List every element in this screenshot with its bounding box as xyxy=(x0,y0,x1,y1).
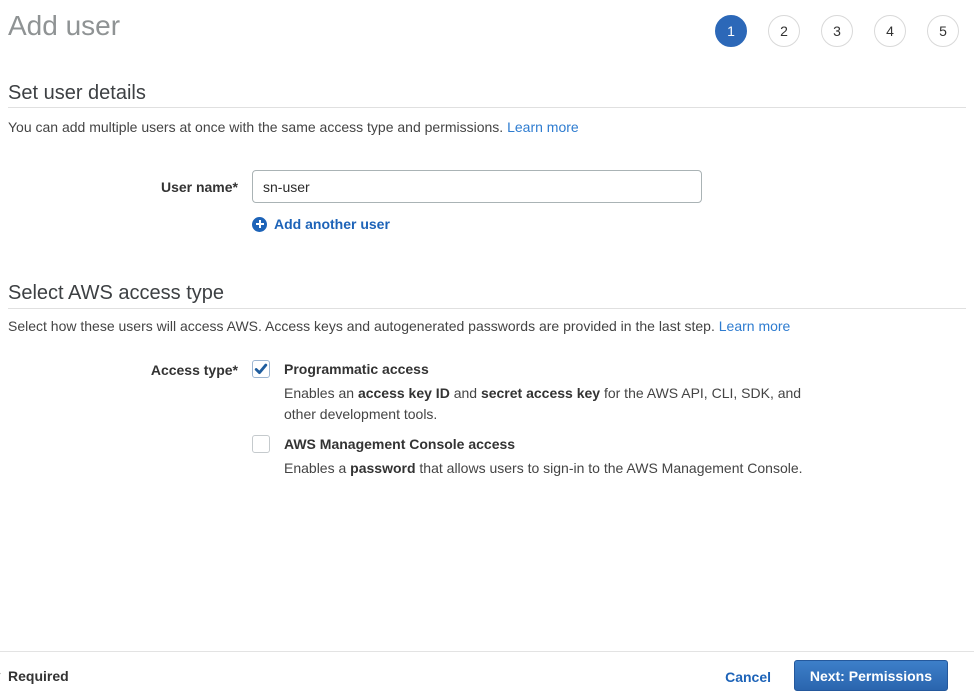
step-3: 3 xyxy=(821,15,853,47)
footer-divider xyxy=(0,651,974,652)
plus-circle-icon xyxy=(252,217,267,232)
section-heading-access-type: Select AWS access type xyxy=(8,282,224,305)
access-type-intro: Select how these users will access AWS. … xyxy=(8,318,790,334)
access-type-intro-text: Select how these users will access AWS. … xyxy=(8,318,715,334)
step-4: 4 xyxy=(874,15,906,47)
section-divider xyxy=(8,308,966,309)
section-divider xyxy=(8,107,966,108)
section-heading-user-details: Set user details xyxy=(8,82,146,105)
next-permissions-button[interactable]: Next: Permissions xyxy=(794,660,948,691)
checkbox-programmatic-access[interactable] xyxy=(252,360,270,378)
desc-bold: password xyxy=(350,460,415,476)
option-desc-console-access: Enables a password that allows users to … xyxy=(284,458,810,479)
desc-text: and xyxy=(450,385,481,401)
option-title-console-access[interactable]: AWS Management Console access xyxy=(284,436,515,452)
desc-bold: access key ID xyxy=(358,385,450,401)
user-name-input[interactable] xyxy=(252,170,702,203)
step-1: 1 xyxy=(715,15,747,47)
desc-text: Enables an xyxy=(284,385,358,401)
learn-more-link-access-type[interactable]: Learn more xyxy=(719,318,791,334)
user-details-intro: You can add multiple users at once with … xyxy=(8,119,579,135)
learn-more-link-user-details[interactable]: Learn more xyxy=(507,119,579,135)
checkbox-console-access[interactable] xyxy=(252,435,270,453)
add-another-user-button[interactable]: Add another user xyxy=(252,216,390,232)
step-5: 5 xyxy=(927,15,959,47)
option-desc-programmatic-access: Enables an access key ID and secret acce… xyxy=(284,383,810,425)
desc-text: that allows users to sign-in to the AWS … xyxy=(416,460,803,476)
add-another-user-label: Add another user xyxy=(274,216,390,232)
desc-text: Enables a xyxy=(284,460,350,476)
wizard-step-indicator: 1 2 3 4 5 xyxy=(715,15,959,47)
user-name-label: User name* xyxy=(0,179,238,195)
step-2: 2 xyxy=(768,15,800,47)
required-label: Required xyxy=(8,668,69,684)
cancel-button[interactable]: Cancel xyxy=(725,669,771,685)
desc-bold: secret access key xyxy=(481,385,600,401)
option-title-programmatic-access[interactable]: Programmatic access xyxy=(284,361,429,377)
access-type-label: Access type* xyxy=(0,362,238,378)
page-title: Add user xyxy=(8,10,120,42)
checkmark-icon xyxy=(254,362,268,376)
user-details-intro-text: You can add multiple users at once with … xyxy=(8,119,503,135)
